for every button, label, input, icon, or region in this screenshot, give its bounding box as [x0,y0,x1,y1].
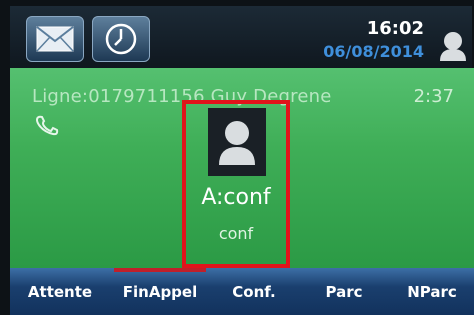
softkey-unpark[interactable]: NParc [390,268,474,315]
softkey-conference[interactable]: Conf. [210,268,298,315]
softkey-bar: Attente FinAppel Conf. Parc NParc [10,268,474,315]
messages-button[interactable] [26,16,84,62]
phone-screen: 16:02 06/08/2014 Ligne:0179711156 Guy De… [0,0,474,315]
softkey-park[interactable]: Parc [298,268,390,315]
call-duration: 2:37 [413,86,454,107]
softkey-end-call[interactable]: FinAppel [110,268,210,315]
envelope-icon [36,26,74,52]
status-bar: 16:02 06/08/2014 [10,6,472,68]
contact-highlight-box [182,100,290,268]
clock-date: 06/08/2014 [323,42,424,61]
clock-time: 16:02 [366,18,424,39]
softkey-hold[interactable]: Attente [10,268,110,315]
clock-icon [105,23,137,55]
call-history-button[interactable] [92,16,150,62]
handset-icon [35,115,59,136]
user-icon[interactable] [438,30,468,62]
